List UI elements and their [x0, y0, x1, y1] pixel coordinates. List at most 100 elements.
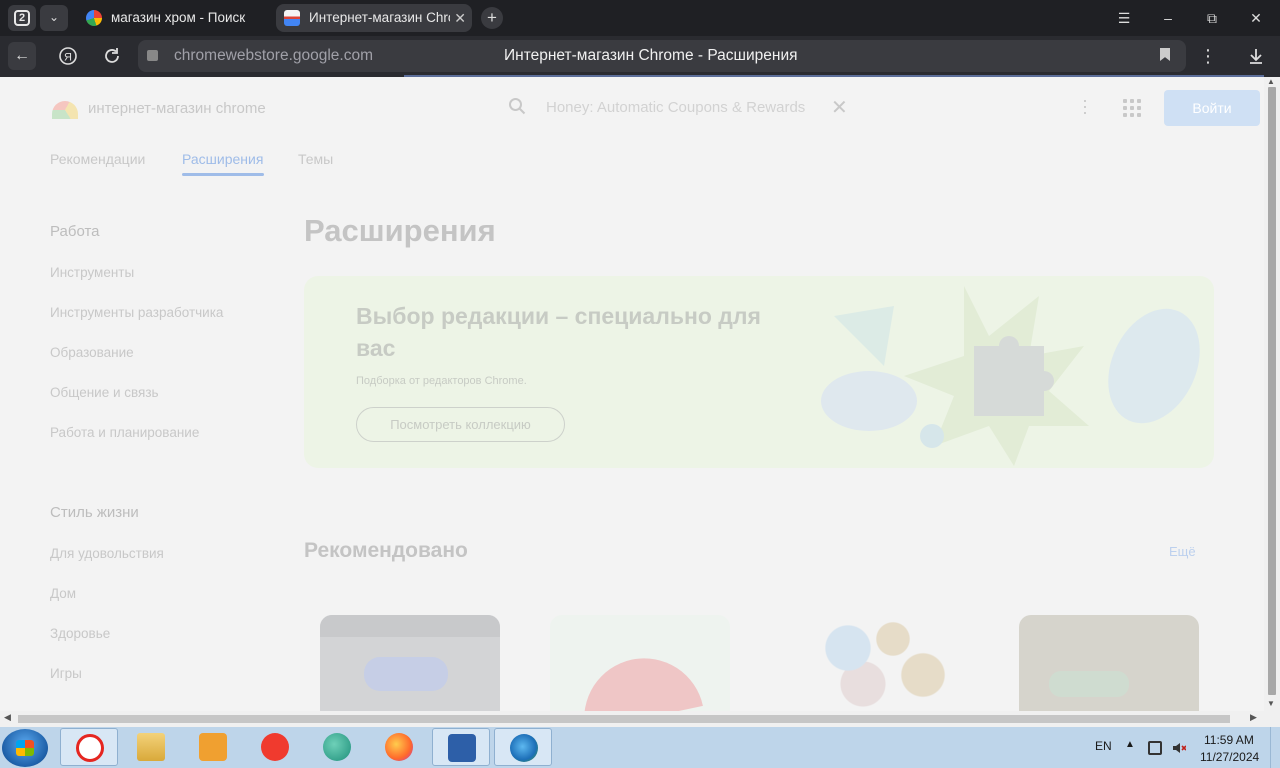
scroll-up-icon[interactable]: ▲	[1267, 77, 1275, 86]
yandex-button[interactable]: Я	[54, 42, 82, 70]
chrome-web-store-icon	[284, 10, 300, 26]
volume-muted-icon[interactable]	[1172, 741, 1187, 755]
clock-time[interactable]: 11:59 AM	[1204, 733, 1254, 747]
show-hidden-icons[interactable]: ▲	[1125, 739, 1135, 750]
media-player-icon	[199, 733, 227, 761]
store-logo-text[interactable]: интернет-магазин chrome	[88, 100, 266, 117]
scroll-down-icon[interactable]: ▼	[1267, 699, 1275, 708]
windows-logo-icon	[16, 740, 34, 756]
virtualbox-icon	[448, 734, 476, 762]
start-button[interactable]	[2, 729, 48, 767]
sidebar-item-developer-tools[interactable]: Инструменты разработчика	[50, 305, 223, 320]
cursor-style-image	[803, 621, 953, 711]
taskbar: EN ▲ 11:59 AM 11/27/2024	[0, 727, 1280, 768]
taskbar-yandex[interactable]	[246, 728, 304, 766]
web-page: интернет-магазин chrome Honey: Automatic…	[0, 77, 1264, 711]
car-image	[364, 657, 448, 691]
browser-menu-icon[interactable]: ☰	[1102, 0, 1146, 36]
tab-strip: 2 ⌄ магазин хром - Поиск в Google Интерн…	[0, 0, 1280, 36]
minimize-button[interactable]: –	[1146, 0, 1190, 36]
page-title: Интернет-магазин Chrome - Расширения	[504, 47, 798, 64]
network-icon[interactable]	[1148, 741, 1162, 755]
firefox-icon	[385, 733, 413, 761]
taskbar-firefox[interactable]	[370, 728, 428, 766]
view-collection-button[interactable]: Посмотреть коллекцию	[356, 407, 565, 442]
sidebar-item-workflow-planning[interactable]: Работа и планирование	[50, 425, 199, 440]
close-tab-icon[interactable]: ✕	[454, 4, 466, 32]
banner-title: Выбор редакции – специально для вас	[356, 303, 761, 361]
google-apps-icon[interactable]	[1123, 99, 1141, 117]
vertical-scroll-thumb[interactable]	[1268, 87, 1276, 695]
tab-extensions[interactable]: Расширения	[182, 151, 263, 167]
extension-card[interactable]	[550, 615, 730, 711]
extension-card[interactable]	[320, 615, 500, 711]
chrome-web-store-logo	[52, 101, 78, 119]
race-car-image	[1049, 671, 1129, 697]
scroll-left-icon[interactable]: ◀	[4, 712, 11, 723]
sidebar-item-tools[interactable]: Инструменты	[50, 265, 134, 280]
url-text[interactable]: chromewebstore.google.com	[174, 47, 373, 65]
tab-recommendations[interactable]: Рекомендации	[50, 151, 145, 167]
horizontal-scrollbar[interactable]: ◀ ▶	[0, 711, 1280, 727]
taskbar-media-player[interactable]	[184, 728, 242, 766]
taskbar-chat[interactable]	[308, 728, 366, 766]
downloads-button[interactable]	[1242, 42, 1270, 70]
bookmark-icon[interactable]	[1160, 48, 1170, 61]
more-options-icon[interactable]: ⋮	[1194, 42, 1222, 70]
sidebar-item-education[interactable]: Образование	[50, 345, 134, 360]
active-tab-indicator	[182, 173, 264, 176]
yandex-browser-icon	[76, 734, 104, 762]
new-tab-button[interactable]: +	[481, 7, 503, 29]
address-toolbar: ← Я chromewebstore.google.com Интернет-м…	[0, 36, 1280, 76]
taskbar-virtualbox[interactable]	[432, 728, 490, 766]
scroll-right-icon[interactable]: ▶	[1250, 712, 1257, 723]
yandex-icon: Я	[59, 47, 77, 65]
restore-button[interactable]: ⧉	[1190, 0, 1234, 36]
extension-card[interactable]	[1019, 615, 1199, 711]
sidebar-item-communication[interactable]: Общение и связь	[50, 385, 159, 400]
sidebar-item-household[interactable]: Дом	[50, 586, 76, 601]
taskbar-download-manager[interactable]	[494, 728, 552, 766]
google-icon	[86, 10, 102, 26]
recommended-more-link[interactable]: Ещё	[1169, 544, 1196, 559]
search-input[interactable]: Honey: Automatic Coupons & Rewards	[546, 99, 814, 116]
vertical-scrollbar[interactable]: ▲ ▼	[1264, 77, 1280, 711]
more-options-icon[interactable]: · · ·	[1078, 91, 1092, 121]
editors-picks-banner[interactable]: Выбор редакции – специально для вас Подб…	[304, 276, 1214, 468]
tab-chrome-web-store[interactable]: Интернет-магазин Chrome ✕	[276, 4, 472, 32]
tab-list-dropdown-icon[interactable]: ⌄	[40, 5, 68, 31]
show-desktop-button[interactable]	[1270, 727, 1280, 768]
sidebar-item-games[interactable]: Игры	[50, 666, 82, 681]
tab-google-search[interactable]: магазин хром - Поиск в Google	[78, 4, 270, 32]
banner-subtitle: Подборка от редакторов Chrome.	[356, 375, 527, 387]
taskbar-explorer[interactable]	[122, 728, 180, 766]
internet-download-manager-icon	[510, 734, 538, 762]
sidebar-section-work: Работа	[50, 223, 100, 240]
horizontal-scroll-thumb[interactable]	[18, 715, 1230, 723]
taskbar-yandex-browser[interactable]	[60, 728, 118, 766]
tab-count-value: 2	[14, 10, 30, 26]
tab-count-button[interactable]: 2	[8, 5, 36, 31]
signin-button[interactable]: Войти	[1164, 90, 1260, 126]
yandex-icon	[261, 733, 289, 761]
tab-themes[interactable]: Темы	[298, 151, 333, 167]
back-button[interactable]: ←	[8, 42, 36, 70]
sidebar-item-fun[interactable]: Для удовольствия	[50, 546, 164, 561]
download-icon	[1250, 49, 1262, 64]
reload-button[interactable]	[98, 42, 126, 70]
clear-search-icon[interactable]: ✕	[831, 95, 848, 120]
lock-icon	[147, 50, 158, 61]
omnibox[interactable]: chromewebstore.google.com Интернет-магаз…	[138, 40, 1186, 72]
language-indicator[interactable]: EN	[1095, 739, 1112, 753]
extension-card[interactable]	[785, 615, 965, 711]
chat-icon	[323, 733, 351, 761]
close-window-button[interactable]: ✕	[1234, 0, 1278, 36]
clock-date[interactable]: 11/27/2024	[1200, 750, 1259, 764]
tab-title: магазин хром - Поиск в Google	[111, 10, 248, 25]
reload-icon	[105, 48, 119, 63]
search-icon[interactable]	[508, 97, 526, 115]
svg-text:Я: Я	[64, 52, 72, 64]
recommended-heading: Рекомендовано	[304, 539, 468, 562]
tab-title: Интернет-магазин Chrome	[309, 10, 450, 25]
sidebar-item-health[interactable]: Здоровье	[50, 626, 110, 641]
